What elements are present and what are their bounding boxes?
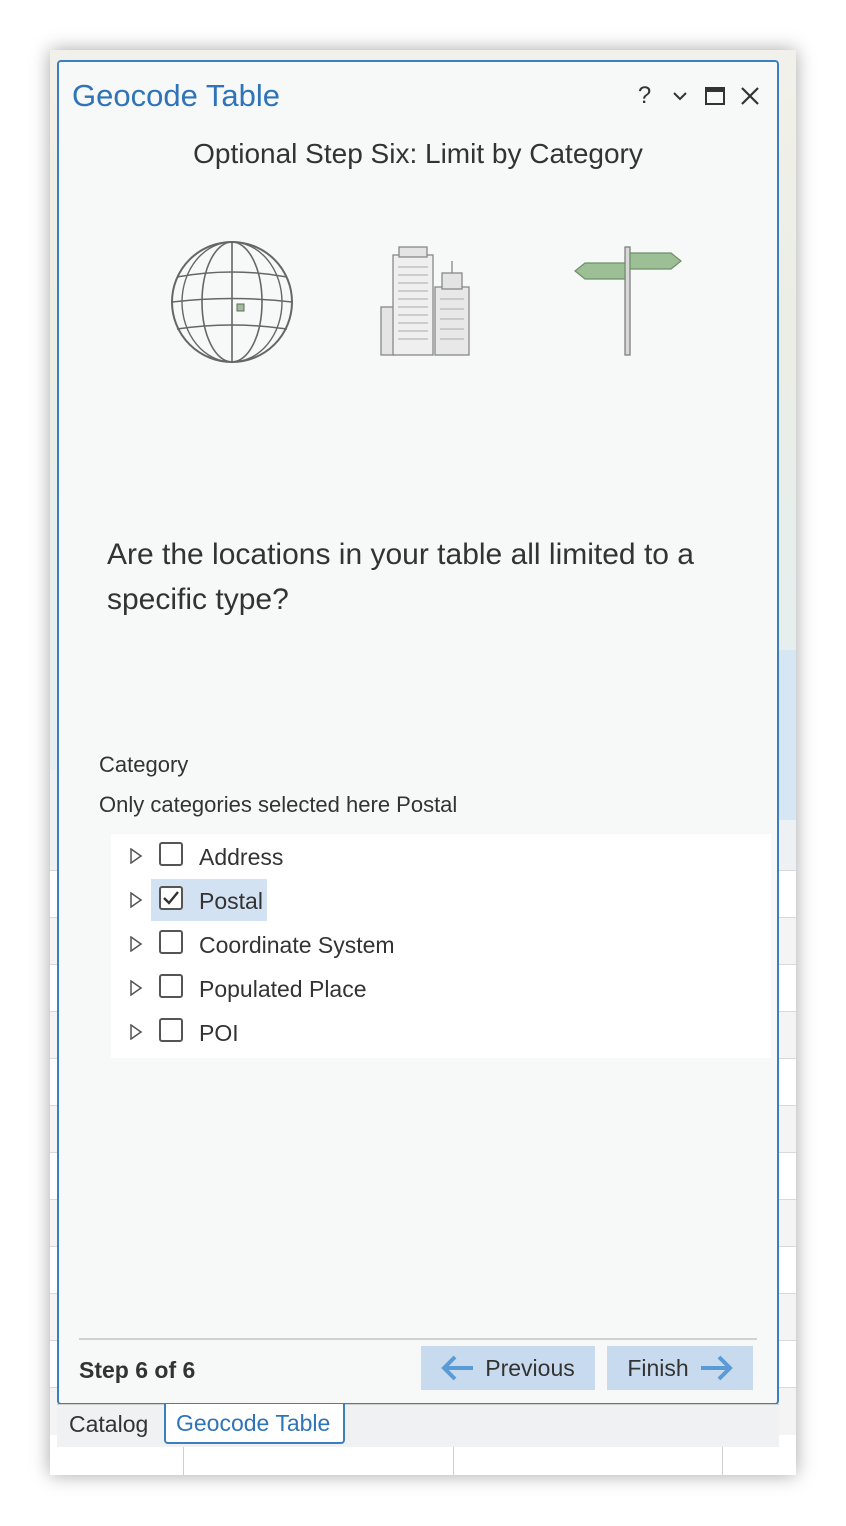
checkbox-populated-place[interactable]	[159, 974, 183, 998]
chevron-down-icon	[672, 92, 687, 101]
category-subtitle: Only categories selected here Postal	[99, 792, 458, 817]
tab-label: Catalog	[69, 1410, 149, 1437]
maximize-icon	[704, 87, 725, 105]
expand-triangle-icon[interactable]	[129, 980, 143, 996]
previous-button[interactable]: Previous	[421, 1346, 595, 1390]
pane-options-button[interactable]	[662, 80, 697, 112]
tree-item-populated-place[interactable]: Populated Place	[111, 966, 771, 1010]
tab-geocode-table[interactable]: Geocode Table	[164, 1404, 345, 1444]
finish-button[interactable]: Finish	[607, 1346, 753, 1390]
tree-item-coordinate-system[interactable]: Coordinate System	[111, 922, 771, 966]
step-count: Step 6 of 6	[79, 1357, 196, 1383]
expand-triangle-icon[interactable]	[129, 1024, 143, 1040]
previous-label: Previous	[485, 1354, 575, 1381]
dock-tabs: Catalog Geocode Table	[57, 1404, 779, 1447]
footer-divider	[79, 1338, 757, 1340]
question-text: Are the locations in your table all limi…	[107, 538, 694, 616]
help-button[interactable]: ?	[627, 80, 662, 112]
arrow-left-icon	[441, 1355, 474, 1381]
window-controls: ?	[627, 80, 767, 112]
checkbox-address[interactable]	[159, 842, 183, 866]
checkbox-postal[interactable]	[159, 886, 183, 910]
tree-item-poi[interactable]: POI	[111, 1010, 771, 1054]
pane-title: Geocode Table	[72, 78, 280, 113]
tab-catalog[interactable]: Catalog	[59, 1404, 165, 1444]
tree-item-label: Address	[199, 844, 284, 870]
globe-icon	[171, 241, 293, 363]
tree-item-label: Populated Place	[199, 976, 367, 1002]
tree-item-address[interactable]: Address	[111, 834, 771, 878]
checkmark-icon	[163, 891, 179, 905]
signpost-icon	[574, 246, 682, 356]
expand-triangle-icon[interactable]	[129, 892, 143, 908]
tree-item-postal[interactable]: Postal	[111, 878, 771, 922]
close-button[interactable]	[732, 80, 767, 112]
geocode-table-pane: Geocode Table ? Optional Step Six: Limit…	[57, 60, 779, 1405]
tab-label: Geocode Table	[176, 1409, 331, 1436]
expand-triangle-icon[interactable]	[129, 848, 143, 864]
buildings-icon	[380, 246, 470, 356]
tree-item-label: Coordinate System	[199, 932, 395, 958]
checkbox-coordinate-system[interactable]	[159, 930, 183, 954]
close-icon	[740, 87, 759, 105]
expand-triangle-icon[interactable]	[129, 936, 143, 952]
background-map-water	[776, 650, 796, 820]
category-tree: Address Postal Coordinate System Populat…	[111, 834, 771, 1058]
tree-item-label: POI	[199, 1020, 239, 1046]
arrow-right-icon	[700, 1355, 733, 1381]
help-icon: ?	[637, 82, 652, 109]
finish-label: Finish	[627, 1354, 689, 1381]
checkbox-poi[interactable]	[159, 1018, 183, 1042]
maximize-button[interactable]	[697, 80, 732, 112]
category-label: Category	[99, 752, 189, 777]
step-heading: Optional Step Six: Limit by Category	[193, 138, 643, 169]
tree-item-label: Postal	[199, 888, 263, 914]
